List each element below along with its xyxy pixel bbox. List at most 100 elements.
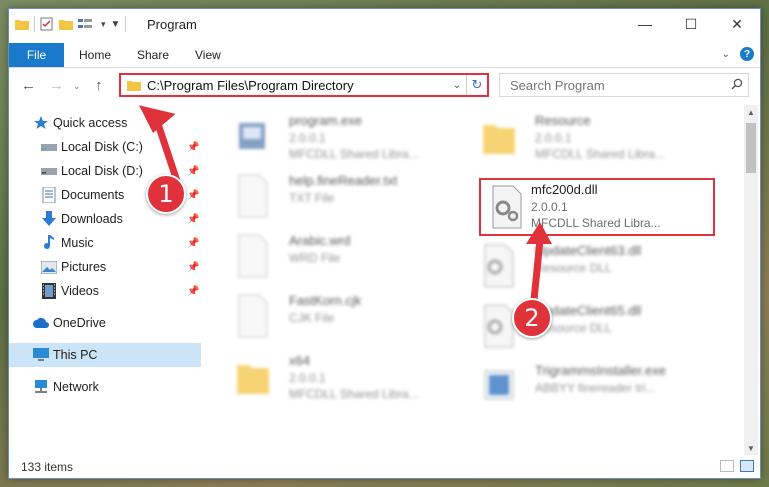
file-type: Resource DLL (535, 261, 612, 275)
file-version: 2.0.0.1 (535, 131, 572, 145)
tab-share[interactable]: Share (137, 43, 169, 67)
navigation-pane: Quick access Local Disk (C:) 📌 Local Dis… (9, 105, 201, 455)
installer-icon (484, 370, 514, 400)
tab-view[interactable]: View (195, 43, 221, 67)
computer-icon (33, 347, 49, 363)
address-path[interactable]: C:\Program Files\Program Directory (147, 78, 448, 93)
back-button[interactable]: ← (21, 77, 36, 94)
network-icon (33, 379, 49, 395)
file-name: TrigrammsInstaller.exe (535, 363, 666, 378)
properties-icon[interactable] (40, 17, 54, 31)
sidebar-item-pictures[interactable]: Pictures 📌 (9, 255, 201, 279)
sidebar-item-network[interactable]: Network (9, 375, 201, 399)
sidebar-item-local-disk-c[interactable]: Local Disk (C:) 📌 (9, 135, 201, 159)
sidebar-item-onedrive[interactable]: OneDrive (9, 311, 201, 335)
documents-icon (41, 187, 57, 203)
list-item-arabic-wrd[interactable]: Arabic.wrd WRD File (233, 229, 463, 285)
status-bar: 133 items (9, 456, 760, 478)
file-name: UpdateClient63.dll (535, 243, 642, 258)
file-list: program.exe 2.0.0.1 MFCDLL Shared Libra.… (209, 105, 739, 455)
file-description: MFCDLL Shared Libra... (289, 147, 419, 161)
sidebar-item-label: Downloads (61, 212, 123, 226)
pin-icon: 📌 (187, 141, 200, 153)
maximize-button[interactable]: ☐ (668, 9, 714, 39)
list-item-trigrammsinstaller-exe[interactable]: TrigrammsInstaller.exe ABBYY finereader … (479, 359, 709, 415)
view-options-icon[interactable] (78, 18, 96, 30)
sidebar-item-label: Local Disk (D:) (61, 164, 143, 178)
pin-icon: 📌 (187, 189, 200, 201)
folder-icon (483, 125, 515, 154)
dll-gear-icon (492, 185, 522, 229)
quick-access-toolbar: ▾ ▼ (15, 16, 127, 32)
address-dropdown-icon[interactable]: ⌄ (448, 80, 466, 91)
cloud-icon (33, 315, 49, 331)
file-name: Resource (535, 113, 591, 128)
dll-gear-icon (484, 244, 514, 288)
pin-icon: 📌 (187, 261, 200, 273)
scroll-thumb[interactable] (746, 123, 756, 173)
scroll-down-icon[interactable]: ▼ (744, 441, 758, 455)
folder-icon (15, 20, 29, 30)
vertical-scrollbar[interactable]: ▲ ▼ (744, 105, 758, 455)
tab-file[interactable]: File (9, 43, 64, 67)
expand-ribbon-icon[interactable]: ⌄ (722, 49, 730, 60)
toolbar-divider (34, 16, 35, 32)
list-item-fastkorn-cjk[interactable]: FastKorn.cjk CJK File (233, 289, 463, 345)
forward-button[interactable]: → (49, 77, 64, 94)
sidebar-item-label: This PC (53, 348, 98, 362)
list-item-program-exe[interactable]: program.exe 2.0.0.1 MFCDLL Shared Libra.… (233, 109, 463, 165)
text-file-icon (238, 174, 268, 218)
sidebar-item-label: Videos (61, 284, 99, 298)
file-description: ABBYY finereader tri... (535, 381, 656, 395)
annotation-step-1: 1 (146, 174, 186, 214)
file-version: 2.0.0.1 (289, 371, 326, 385)
help-icon[interactable]: ? (740, 47, 754, 61)
details-view-icon[interactable] (720, 460, 734, 472)
up-button[interactable]: ↑ (95, 77, 103, 94)
explorer-window: ▾ ▼ Program — ☐ ✕ File Home Share View ⌄… (8, 8, 761, 479)
annotation-step-2: 2 (512, 298, 552, 338)
file-icon (238, 294, 268, 338)
sidebar-item-label: Documents (61, 188, 125, 202)
sidebar-item-label: Pictures (61, 260, 107, 274)
list-item-mfc200d-dll[interactable]: mfc200d.dll 2.0.0.1 MFCDLL Shared Libra.… (479, 178, 715, 236)
search-box[interactable] (499, 73, 749, 97)
sidebar-item-label: Quick access (53, 116, 128, 130)
tab-home[interactable]: Home (79, 43, 111, 67)
file-description: MFCDLL Shared Libra... (289, 387, 419, 401)
list-item-resource[interactable]: Resource 2.0.0.1 MFCDLL Shared Libra... (479, 109, 709, 165)
address-bar[interactable]: C:\Program Files\Program Directory ⌄ ↻ (119, 73, 489, 97)
minimize-icon: — (638, 16, 652, 32)
tiles-view-icon[interactable] (740, 460, 754, 472)
file-name: mfc200d.dll (531, 182, 598, 197)
sidebar-item-videos[interactable]: Videos 📌 (9, 279, 201, 303)
scroll-up-icon[interactable]: ▲ (744, 105, 758, 119)
recent-locations-icon[interactable]: ⌄ (73, 81, 81, 92)
list-item-help-txt[interactable]: help.fineReader.txt TXT File (233, 169, 463, 225)
minimize-button[interactable]: — (622, 9, 668, 39)
file-name: program.exe (289, 113, 362, 128)
drive-icon (41, 163, 57, 179)
sidebar-item-label: Music (61, 236, 94, 250)
list-item-updateclient63-dll[interactable]: UpdateClient63.dll Resource DLL (479, 239, 709, 295)
sidebar-item-quick-access[interactable]: Quick access (9, 111, 201, 135)
new-folder-icon[interactable] (59, 18, 73, 30)
sidebar-item-music[interactable]: Music 📌 (9, 231, 201, 255)
music-icon (41, 235, 57, 251)
item-count: 133 items (21, 460, 74, 474)
sidebar-item-label: Network (53, 380, 99, 394)
star-icon (33, 115, 49, 131)
list-item-x64[interactable]: x64 2.0.0.1 MFCDLL Shared Libra... (233, 349, 463, 405)
refresh-button[interactable]: ↻ (466, 75, 487, 95)
search-input[interactable] (508, 76, 726, 94)
close-button[interactable]: ✕ (714, 9, 760, 39)
customize-toolbar-icon[interactable]: ▼ (111, 19, 121, 30)
sidebar-item-label: OneDrive (53, 316, 106, 330)
ribbon-tabs: File Home Share View ⌄ ? (9, 43, 760, 68)
file-name: Arabic.wrd (289, 233, 351, 248)
videos-icon (41, 283, 57, 299)
pin-icon: 📌 (187, 237, 200, 249)
folder-icon (237, 365, 269, 394)
chevron-down-icon[interactable]: ▾ (101, 19, 106, 30)
sidebar-item-this-pc[interactable]: This PC (9, 343, 201, 367)
